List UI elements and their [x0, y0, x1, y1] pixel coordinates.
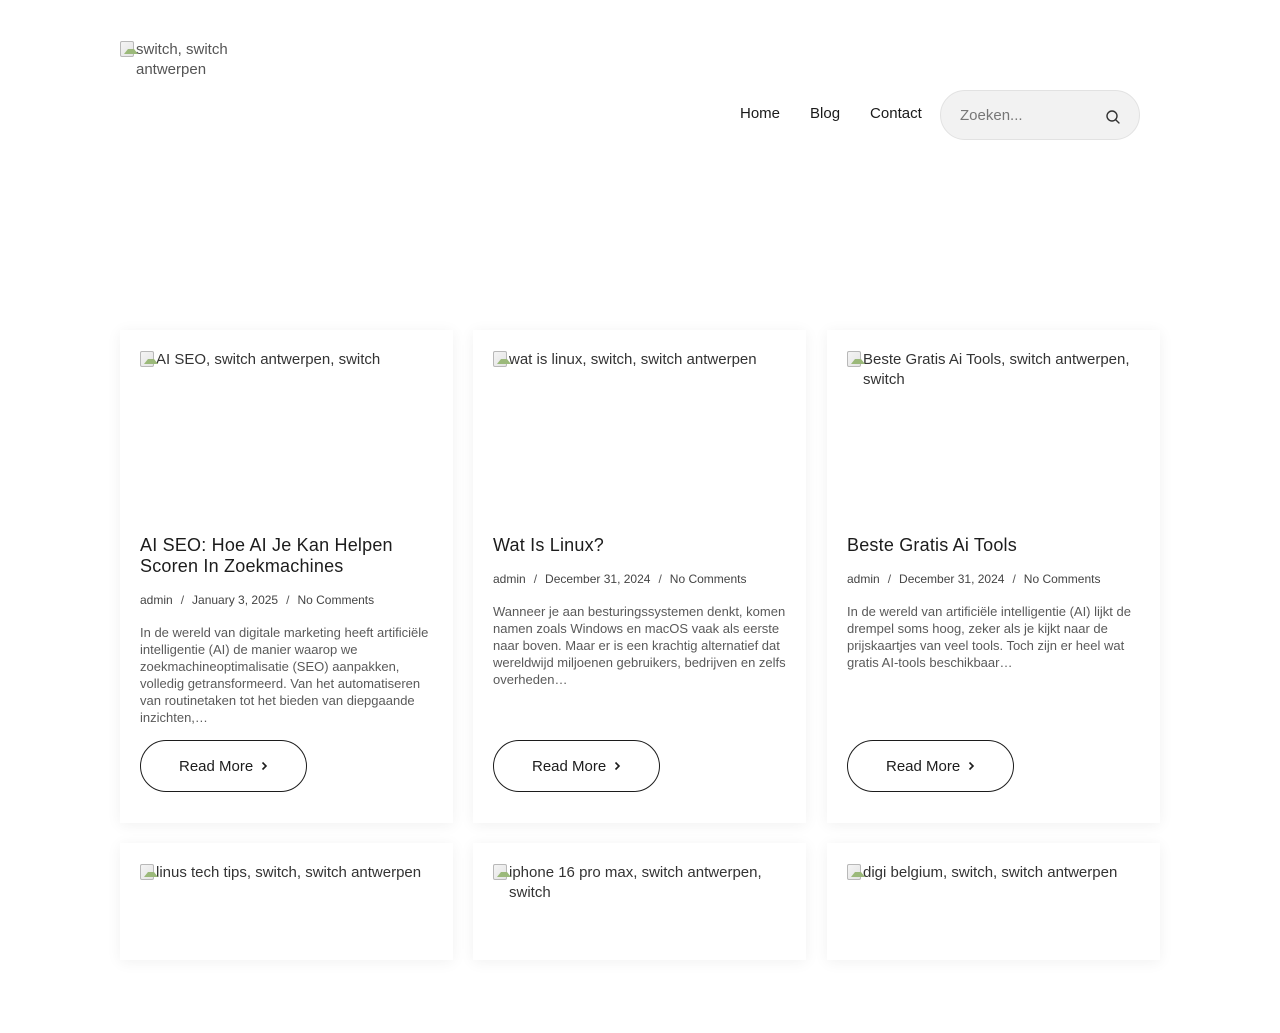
search-input[interactable]: [958, 105, 1098, 125]
nav-contact[interactable]: Contact: [870, 104, 922, 124]
nav-blog[interactable]: Blog: [810, 104, 840, 124]
chevron-right-icon: [615, 761, 621, 771]
meta-separator: /: [887, 572, 892, 586]
post-excerpt: In de wereld van artificiële intelligent…: [847, 604, 1131, 670]
post-card: wat is linux, switch, switch antwerpen W…: [473, 330, 806, 823]
read-more-label: Read More: [179, 757, 254, 775]
broken-image-icon: [140, 351, 158, 367]
broken-image-icon: [120, 41, 138, 57]
post-title[interactable]: Wat Is Linux?: [493, 535, 786, 556]
post-image[interactable]: linus tech tips, switch, switch antwerpe…: [140, 863, 433, 1033]
meta-separator: /: [286, 593, 290, 607]
post-meta: admin / December 31, 2024 / No Comments: [847, 571, 1140, 587]
broken-image-icon: [847, 864, 865, 880]
meta-separator: /: [180, 593, 185, 607]
post-card: Beste Gratis Ai Tools, switch antwerpen,…: [827, 330, 1160, 823]
broken-image-icon: [493, 351, 511, 367]
post-title[interactable]: AI SEO: Hoe AI Je Kan Helpen Scoren In Z…: [140, 535, 433, 577]
post-date[interactable]: December 31, 2024: [545, 571, 650, 587]
post-image[interactable]: AI SEO, switch antwerpen, switch: [140, 350, 433, 520]
post-card: digi belgium, switch, switch antwerpen: [827, 843, 1160, 960]
post-comments[interactable]: No Comments: [297, 592, 374, 608]
image-alt-text: linus tech tips, switch, switch antwerpe…: [156, 864, 422, 881]
read-more-button[interactable]: Read More: [140, 740, 308, 792]
post-date[interactable]: January 3, 2025: [192, 592, 278, 608]
post-excerpt: Wanneer je aan besturingssystemen denkt,…: [493, 604, 786, 687]
nav-home[interactable]: Home: [740, 104, 780, 124]
read-more-button[interactable]: Read More: [493, 740, 661, 792]
image-alt-text: Beste Gratis Ai Tools, switch antwerpen,…: [863, 351, 1130, 388]
post-comments[interactable]: No Comments: [1024, 571, 1101, 587]
read-more-label: Read More: [532, 757, 607, 775]
post-author[interactable]: admin: [493, 571, 526, 587]
broken-image-icon: [847, 351, 865, 367]
meta-separator: /: [1012, 572, 1016, 586]
broken-image-icon: [493, 864, 511, 880]
search-box: [940, 90, 1140, 140]
post-image[interactable]: wat is linux, switch, switch antwerpen: [493, 350, 786, 520]
post-author[interactable]: admin: [847, 571, 880, 587]
post-comments[interactable]: No Comments: [670, 571, 747, 587]
chevron-right-icon: [262, 761, 268, 771]
search-icon[interactable]: [1105, 109, 1121, 125]
post-card: linus tech tips, switch, switch antwerpe…: [120, 843, 453, 960]
post-author[interactable]: admin: [140, 592, 173, 608]
post-excerpt: In de wereld van digitale marketing heef…: [140, 625, 429, 725]
post-title[interactable]: Beste Gratis Ai Tools: [847, 535, 1140, 556]
image-alt-text: AI SEO, switch antwerpen, switch: [156, 351, 381, 368]
image-alt-text: digi belgium, switch, switch antwerpen: [863, 864, 1118, 881]
read-more-label: Read More: [886, 757, 961, 775]
post-card: iphone 16 pro max, switch antwerpen, swi…: [473, 843, 806, 960]
post-image[interactable]: Beste Gratis Ai Tools, switch antwerpen,…: [847, 350, 1140, 520]
image-alt-text: wat is linux, switch, switch antwerpen: [509, 351, 757, 368]
post-meta: admin / December 31, 2024 / No Comments: [493, 571, 786, 587]
image-alt-text: iphone 16 pro max, switch antwerpen, swi…: [509, 864, 762, 901]
post-card: AI SEO, switch antwerpen, switch AI SEO:…: [120, 330, 453, 823]
broken-image-icon: [140, 864, 158, 880]
meta-separator: /: [533, 572, 538, 586]
post-image[interactable]: iphone 16 pro max, switch antwerpen, swi…: [493, 863, 786, 1033]
chevron-right-icon: [969, 761, 975, 771]
site-header: switch, switch antwerpen Home Blog Conta…: [0, 0, 1280, 170]
read-more-button[interactable]: Read More: [847, 740, 1015, 792]
post-date[interactable]: December 31, 2024: [899, 571, 1004, 587]
post-image[interactable]: digi belgium, switch, switch antwerpen: [847, 863, 1140, 1033]
meta-separator: /: [658, 572, 662, 586]
main-nav: Home Blog Contact: [740, 104, 922, 124]
post-meta: admin / January 3, 2025 / No Comments: [140, 592, 433, 608]
logo-alt-text: switch, switch antwerpen: [136, 41, 228, 78]
site-logo[interactable]: switch, switch antwerpen: [120, 40, 280, 80]
